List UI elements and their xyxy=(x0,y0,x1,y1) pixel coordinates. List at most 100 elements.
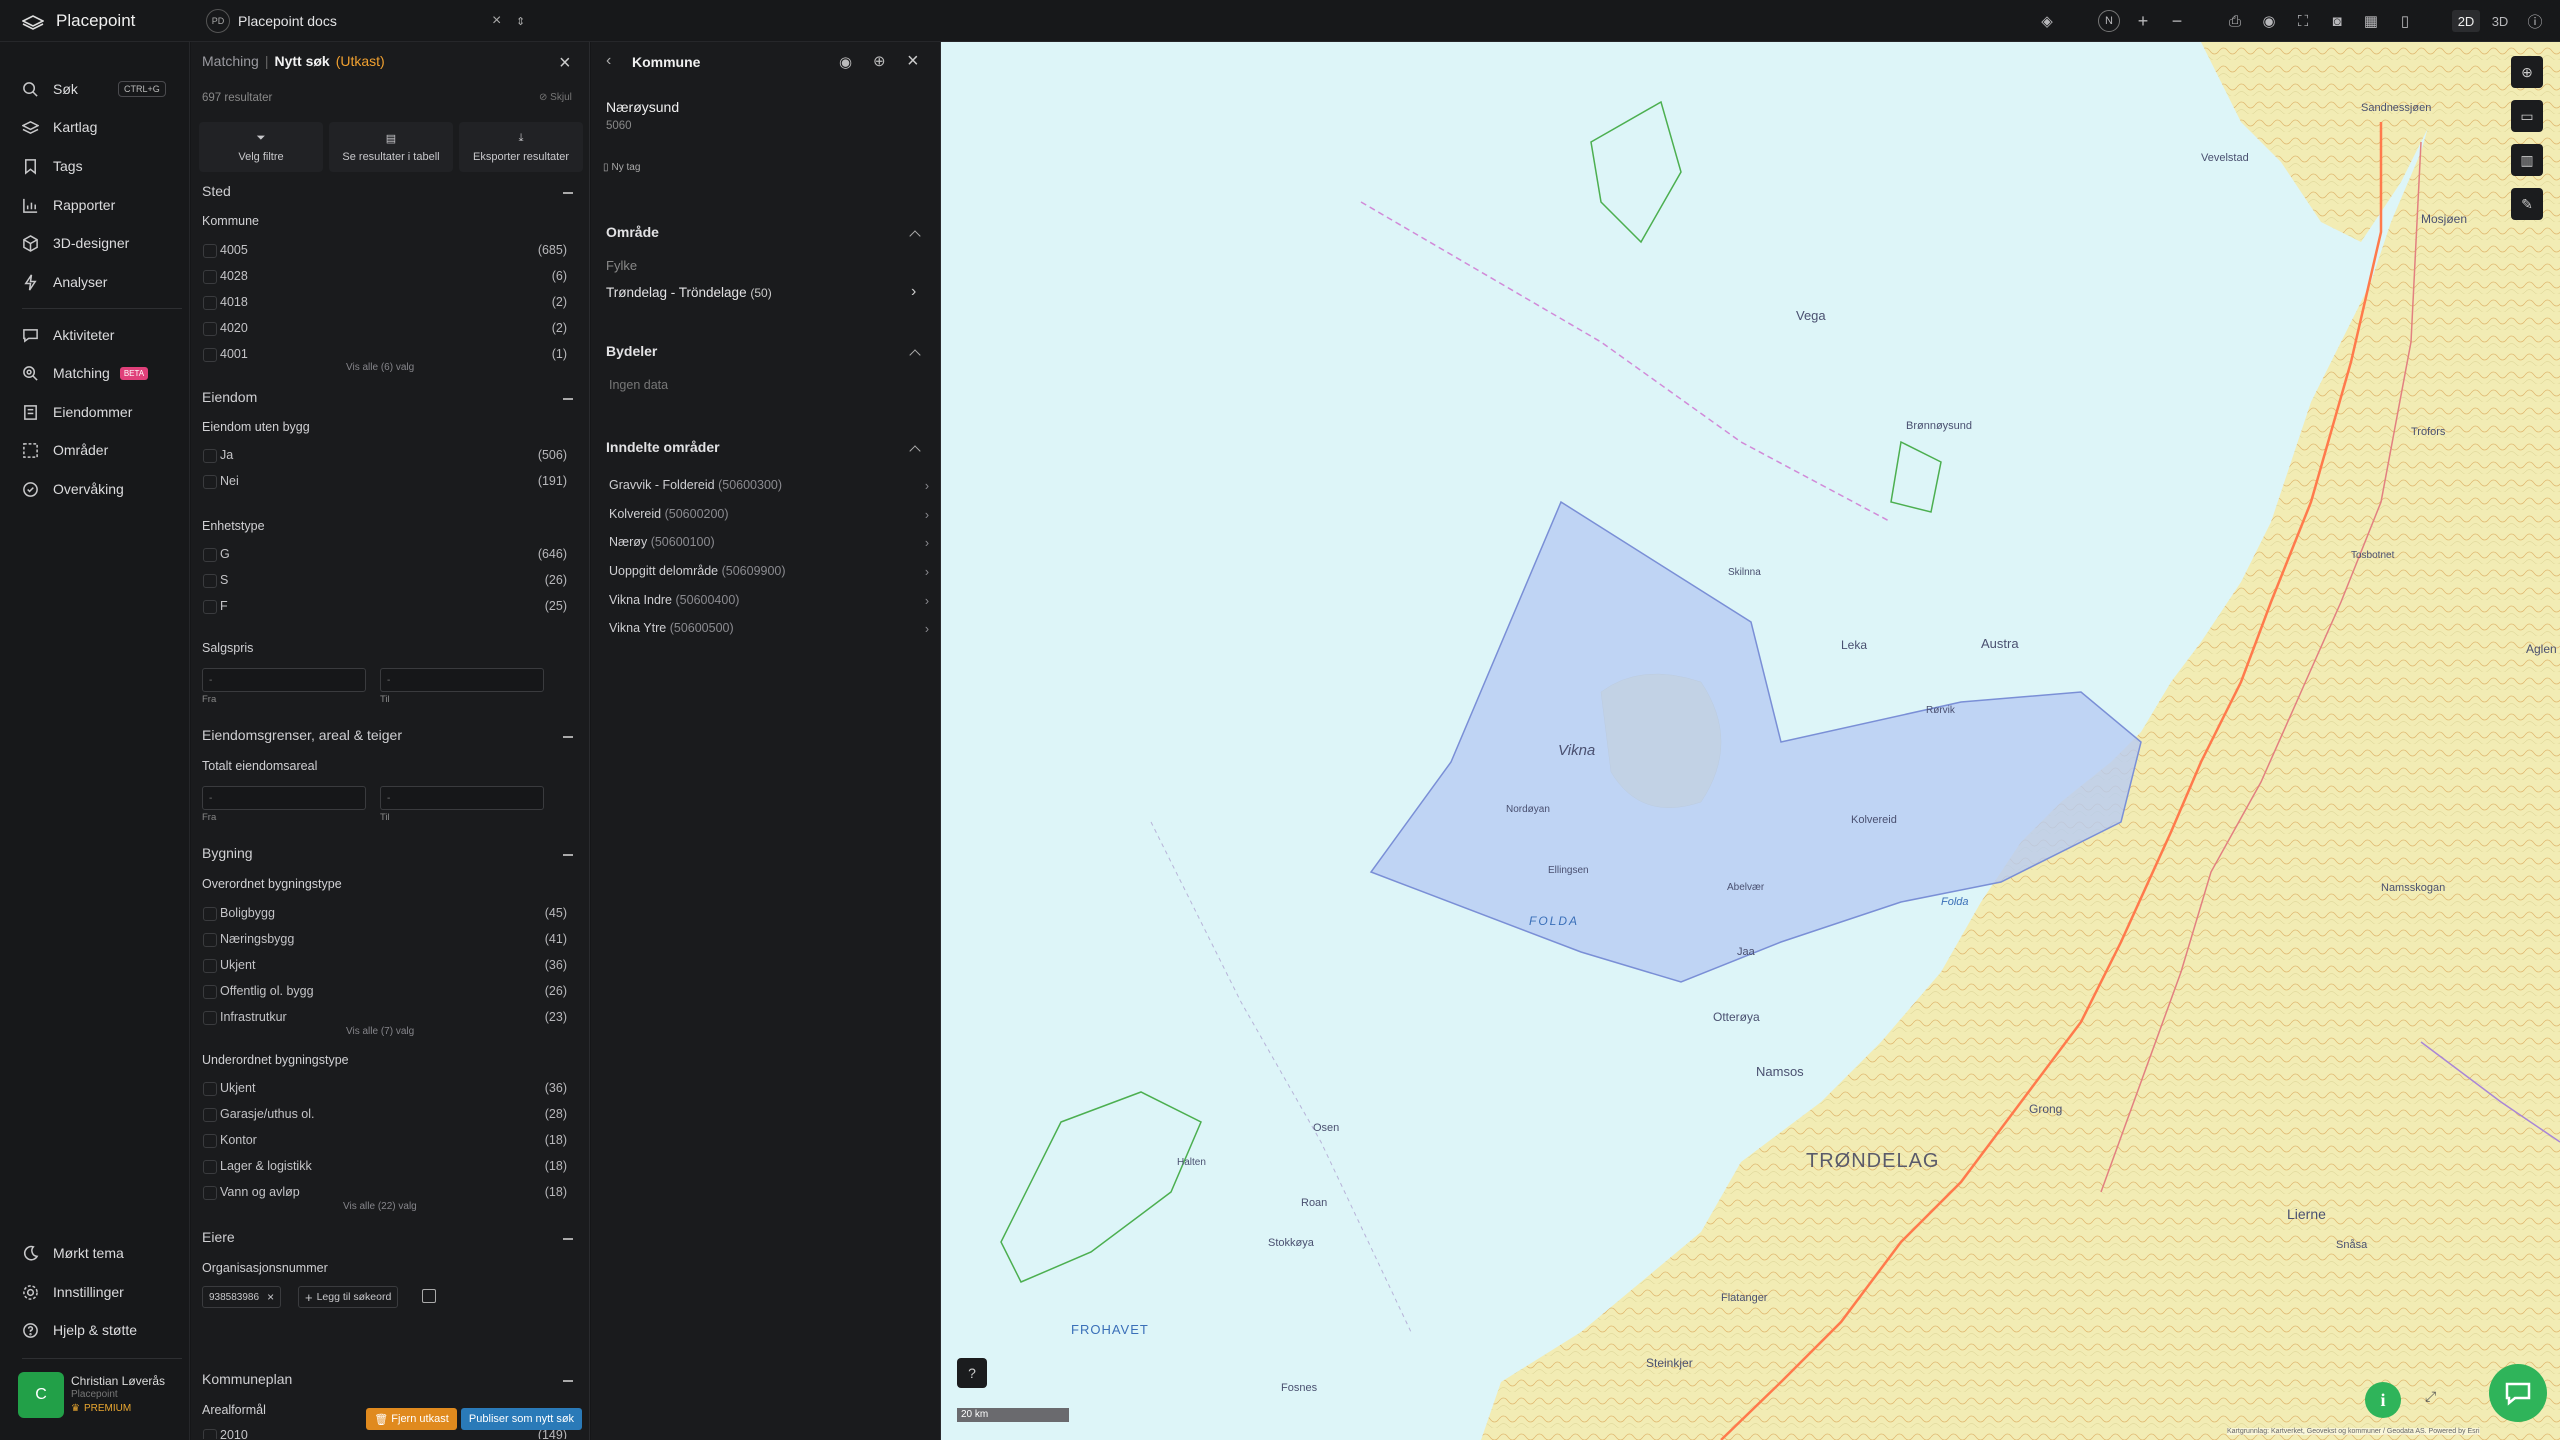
filter-option[interactable]: Ja (506) xyxy=(203,445,567,467)
expand-icon[interactable]: ⤢ xyxy=(2425,1388,2436,1405)
grid-icon[interactable]: ▦ xyxy=(2360,10,2382,32)
select-filters-button[interactable]: ⏷ Velg filtre xyxy=(199,122,323,172)
new-tag-button[interactable]: ▯ Ny tag xyxy=(603,162,640,173)
sidebar-item-help[interactable]: Hjelp & støtte xyxy=(22,1317,137,1343)
sidebar-item-aktiviteter[interactable]: Aktiviteter xyxy=(22,322,114,348)
checkbox[interactable] xyxy=(203,907,217,921)
show-all-link[interactable]: Vis alle (6) valg xyxy=(346,362,414,373)
chevron-up-icon[interactable] xyxy=(909,445,921,457)
filter-option[interactable]: F (25) xyxy=(203,596,567,618)
sidebar-item-analyser[interactable]: Analyser xyxy=(22,269,107,295)
area-to-input[interactable] xyxy=(380,786,544,810)
breadcrumb[interactable]: Matching xyxy=(202,53,259,69)
checkbox[interactable] xyxy=(203,1082,217,1096)
subarea-row[interactable]: Vikna Indre (50600400) › xyxy=(609,593,929,617)
subarea-row[interactable]: Vikna Ytre (50600500) › xyxy=(609,621,929,645)
bookmark-icon[interactable]: ▯ xyxy=(2394,10,2416,32)
camera-icon[interactable]: ◙ xyxy=(2326,10,2348,32)
filter-option[interactable]: Næringsbygg (41) xyxy=(203,929,567,951)
document-tab[interactable]: PD Placepoint docs × ⇕ xyxy=(206,7,536,35)
remove-chip-icon[interactable]: × xyxy=(267,1290,274,1304)
org-chip[interactable]: 938583986 × xyxy=(202,1286,282,1308)
show-all-link[interactable]: Vis alle (7) valg xyxy=(346,1026,414,1037)
checkbox[interactable] xyxy=(203,548,217,562)
checkbox[interactable] xyxy=(203,1134,217,1148)
filter-option[interactable]: Ukjent (36) xyxy=(203,955,567,977)
close-icon[interactable]: × xyxy=(559,52,571,75)
hide-toggle[interactable]: ⊘ Skjul xyxy=(539,92,572,103)
sidebar-item-tags[interactable]: Tags xyxy=(22,153,83,179)
fylke-row[interactable]: Trøndelag - Tröndelage (50) › xyxy=(606,283,926,300)
collapse-icon[interactable] xyxy=(563,398,573,400)
map-tool-button[interactable]: ⊕ xyxy=(2511,56,2543,88)
filter-option[interactable]: Garasje/uthus ol. (28) xyxy=(203,1104,567,1126)
checkbox[interactable] xyxy=(203,449,217,463)
sidebar-item-3d-designer[interactable]: 3D-designer xyxy=(22,230,129,256)
sidebar-item-eiendommer[interactable]: Eiendommer xyxy=(22,399,132,425)
remove-draft-button[interactable]: 🗑︎ Fjern utkast xyxy=(366,1408,457,1430)
checkbox[interactable] xyxy=(203,1011,217,1025)
filter-option[interactable]: 4005 (685) xyxy=(203,240,567,262)
checkbox[interactable] xyxy=(203,296,217,310)
close-icon[interactable]: × xyxy=(907,50,919,73)
filter-option[interactable]: Nei (191) xyxy=(203,471,567,493)
collapse-icon[interactable] xyxy=(563,192,573,194)
user-profile[interactable]: C Christian Løverås Placepoint ♛ PREMIUM xyxy=(18,1372,183,1422)
sidebar-item-rapporter[interactable]: Rapporter xyxy=(22,192,115,218)
map-tool-button[interactable]: ✎ xyxy=(2511,188,2543,220)
map-tool-button[interactable]: ▥ xyxy=(2511,144,2543,176)
eye-icon[interactable]: ◉ xyxy=(839,53,852,71)
mode-3d-button[interactable]: 3D xyxy=(2486,10,2514,32)
publish-button[interactable]: Publiser som nytt søk xyxy=(461,1408,582,1430)
checkbox[interactable] xyxy=(203,244,217,258)
chat-button[interactable] xyxy=(2489,1364,2547,1422)
zoom-out-icon[interactable]: − xyxy=(2166,10,2188,32)
collapse-icon[interactable] xyxy=(563,1380,573,1382)
sidebar-item-kartlag[interactable]: Kartlag xyxy=(22,114,97,140)
subarea-row[interactable]: Gravvik - Foldereid (50600300) › xyxy=(609,478,929,502)
table-view-button[interactable]: ▤ Se resultater i tabell xyxy=(329,122,453,172)
add-keyword-button[interactable]: + Legg til søkeord xyxy=(298,1286,399,1308)
checkbox[interactable] xyxy=(203,600,217,614)
collapse-icon[interactable] xyxy=(563,736,573,738)
section-sted-title[interactable]: Sted xyxy=(202,183,231,199)
section-eiere-title[interactable]: Eiere xyxy=(202,1229,235,1245)
filter-option[interactable]: Boligbygg (45) xyxy=(203,903,567,925)
checkbox[interactable] xyxy=(203,1186,217,1200)
filter-option[interactable]: 4018 (2) xyxy=(203,292,567,314)
filter-option[interactable]: G (646) xyxy=(203,544,567,566)
subarea-row[interactable]: Nærøy (50600100) › xyxy=(609,535,929,559)
checkbox[interactable] xyxy=(203,1160,217,1174)
filter-option[interactable]: Kontor (18) xyxy=(203,1130,567,1152)
sidebar-item-overvaking[interactable]: Overvåking xyxy=(22,476,124,502)
copy-icon[interactable] xyxy=(422,1289,436,1303)
help-icon[interactable]: ? xyxy=(957,1358,987,1388)
section-omrade-title[interactable]: Område xyxy=(606,224,659,240)
sidebar-item-matching[interactable]: Matching BETA xyxy=(22,360,149,386)
info-icon[interactable]: ⓘ xyxy=(2524,10,2546,32)
map-view[interactable]: Vikna Nordøyan FOLDA Skilnna Leka Austra… xyxy=(941,42,2560,1440)
show-all-link[interactable]: Vis alle (22) valg xyxy=(343,1201,417,1212)
filter-option[interactable]: 4028 (6) xyxy=(203,266,567,288)
sidebar-item-dark-theme[interactable]: Mørkt tema xyxy=(22,1240,124,1266)
section-grenser-title[interactable]: Eiendomsgrenser, areal & teiger xyxy=(202,727,402,743)
info-icon[interactable]: i xyxy=(2365,1382,2401,1418)
sidebar-item-omrader[interactable]: Områder xyxy=(22,437,108,463)
checkbox[interactable] xyxy=(203,1429,217,1439)
chevron-updown-icon[interactable]: ⇕ xyxy=(516,15,525,28)
price-from-input[interactable] xyxy=(202,668,366,692)
export-button[interactable]: ⤓ Eksporter resultater xyxy=(459,122,583,172)
checkbox[interactable] xyxy=(203,959,217,973)
checkbox[interactable] xyxy=(203,985,217,999)
chevron-up-icon[interactable] xyxy=(909,230,921,242)
back-icon[interactable]: ‹ xyxy=(606,52,611,70)
collapse-icon[interactable] xyxy=(563,854,573,856)
checkbox[interactable] xyxy=(203,270,217,284)
checkbox[interactable] xyxy=(203,574,217,588)
mode-2d-button[interactable]: 2D xyxy=(2452,10,2480,32)
sidebar-item-settings[interactable]: Innstillinger xyxy=(22,1279,124,1305)
filter-option[interactable]: Lager & logistikk (18) xyxy=(203,1156,567,1178)
section-inndelte-title[interactable]: Inndelte områder xyxy=(606,439,720,455)
zoom-in-icon[interactable]: + xyxy=(2132,10,2154,32)
checkbox[interactable] xyxy=(203,348,217,362)
